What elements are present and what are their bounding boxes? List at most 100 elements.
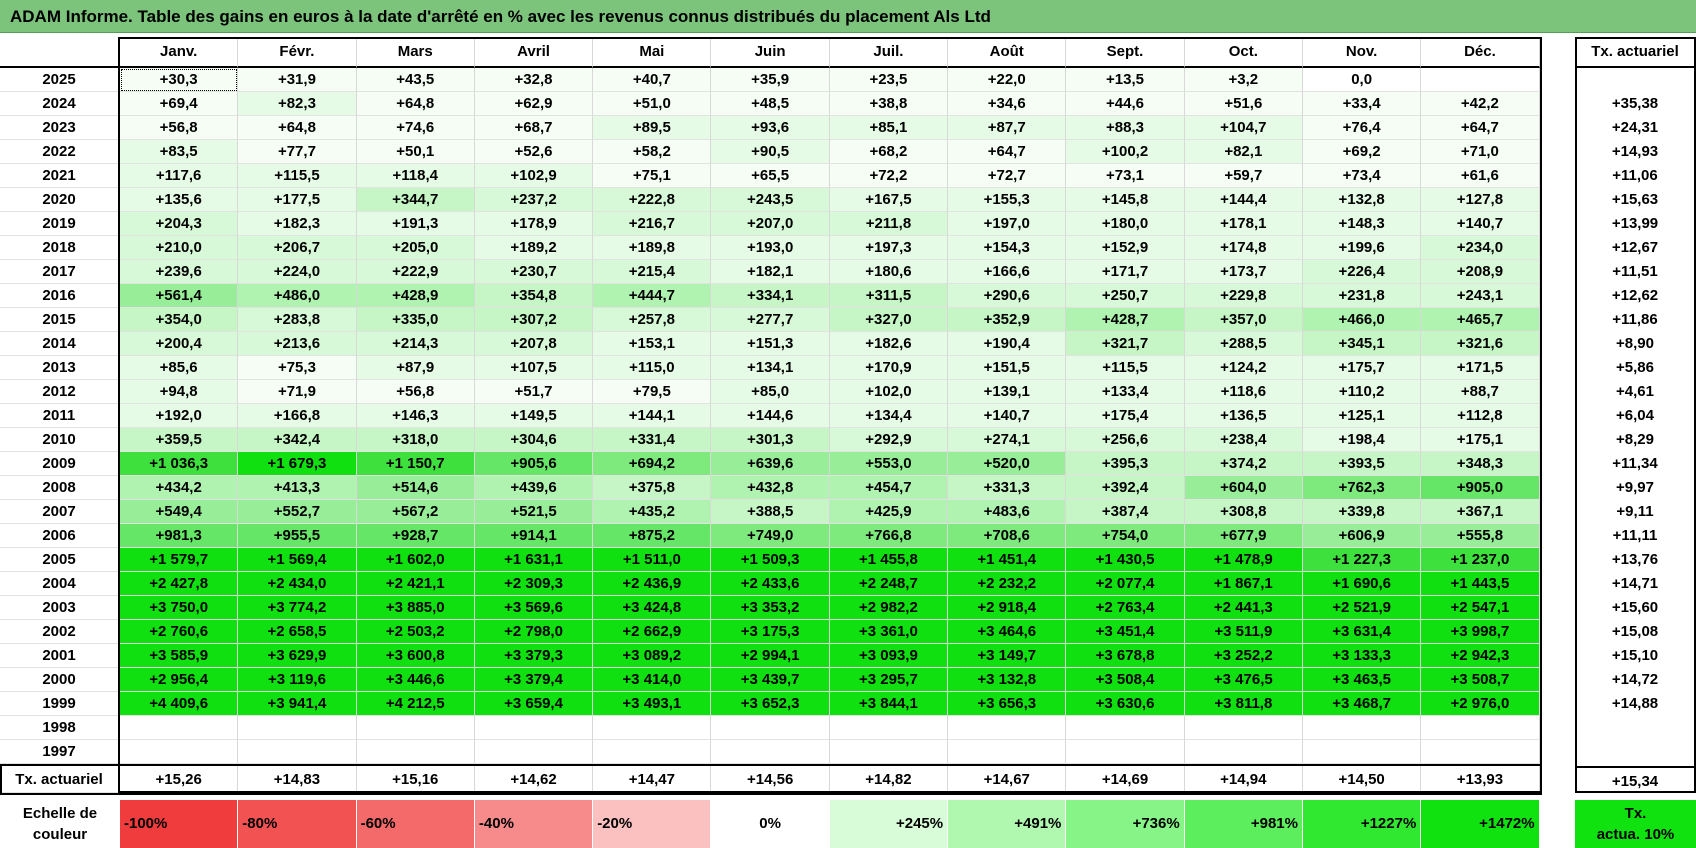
gain-cell[interactable]: +677,9 — [1184, 524, 1303, 548]
gain-cell[interactable] — [238, 716, 357, 740]
gain-cell[interactable]: +439,6 — [474, 476, 594, 500]
gain-cell[interactable]: +331,3 — [948, 476, 1067, 500]
gain-cell[interactable]: +375,8 — [593, 476, 712, 500]
gain-cell[interactable]: +3 885,0 — [356, 596, 475, 620]
gain-cell[interactable]: +292,9 — [829, 428, 949, 452]
gain-cell[interactable]: +432,8 — [711, 476, 830, 500]
gain-cell[interactable]: +140,7 — [1421, 212, 1540, 236]
gain-cell[interactable]: +3 811,8 — [1184, 692, 1303, 716]
gain-cell[interactable]: +74,6 — [356, 116, 475, 140]
gain-cell[interactable]: +182,6 — [829, 332, 949, 356]
gain-cell[interactable]: +606,9 — [1302, 524, 1422, 548]
gain-cell[interactable]: +117,6 — [120, 164, 239, 188]
gain-cell[interactable]: +2 547,1 — [1421, 596, 1540, 620]
gain-cell[interactable]: +154,3 — [948, 236, 1067, 260]
gain-cell[interactable]: +3 585,9 — [120, 644, 239, 668]
gain-cell[interactable]: +465,7 — [1421, 308, 1540, 332]
gain-cell[interactable]: +68,2 — [829, 140, 949, 164]
gain-cell[interactable]: +3 600,8 — [356, 644, 475, 668]
gain-cell[interactable]: +173,7 — [1184, 260, 1303, 284]
gain-cell[interactable] — [1421, 740, 1540, 764]
gain-cell[interactable]: +193,0 — [711, 236, 830, 260]
gain-cell[interactable]: +3 353,2 — [711, 596, 830, 620]
gain-cell[interactable]: +357,0 — [1184, 308, 1303, 332]
gain-cell[interactable]: +290,6 — [948, 284, 1067, 308]
gain-cell[interactable]: +76,4 — [1302, 116, 1422, 140]
gain-cell[interactable]: +1 150,7 — [356, 452, 475, 476]
gain-cell[interactable]: +175,4 — [1066, 404, 1185, 428]
gain-cell[interactable]: +231,8 — [1302, 284, 1422, 308]
gain-cell[interactable]: +3 774,2 — [238, 596, 357, 620]
gain-cell[interactable]: +61,6 — [1421, 164, 1540, 188]
gain-cell[interactable]: +1 511,0 — [593, 548, 712, 572]
gain-cell[interactable]: +549,4 — [120, 500, 239, 524]
gain-cell[interactable]: +321,6 — [1421, 332, 1540, 356]
gain-cell[interactable]: +222,9 — [356, 260, 475, 284]
gain-cell[interactable]: +3 630,6 — [1066, 692, 1185, 716]
gain-cell[interactable]: +229,8 — [1184, 284, 1303, 308]
gain-cell[interactable]: +3 361,0 — [829, 620, 949, 644]
gain-cell[interactable] — [829, 740, 949, 764]
gain-cell[interactable]: +59,7 — [1184, 164, 1303, 188]
gain-cell[interactable]: +134,4 — [829, 404, 949, 428]
gain-cell[interactable]: +197,3 — [829, 236, 949, 260]
gain-cell[interactable]: +2 503,2 — [356, 620, 475, 644]
gain-cell[interactable]: +205,0 — [356, 236, 475, 260]
gain-cell[interactable]: +182,1 — [711, 260, 830, 284]
gain-cell[interactable]: +428,7 — [1066, 308, 1185, 332]
gain-cell[interactable]: +124,2 — [1184, 356, 1303, 380]
gain-cell[interactable]: +192,0 — [120, 404, 239, 428]
gain-cell[interactable]: +352,9 — [948, 308, 1067, 332]
gain-cell[interactable]: +2 662,9 — [593, 620, 712, 644]
gain-cell[interactable]: +125,1 — [1302, 404, 1422, 428]
gain-cell[interactable]: +483,6 — [948, 500, 1067, 524]
gain-cell[interactable]: +1 430,5 — [1066, 548, 1185, 572]
gain-cell[interactable] — [238, 740, 357, 764]
gain-cell[interactable]: +69,4 — [120, 92, 239, 116]
gain-cell[interactable]: +425,9 — [829, 500, 949, 524]
gain-cell[interactable]: +200,4 — [120, 332, 239, 356]
gain-cell[interactable]: +914,1 — [474, 524, 594, 548]
gain-cell[interactable]: +3 998,7 — [1421, 620, 1540, 644]
gain-cell[interactable]: +94,8 — [120, 380, 239, 404]
gain-cell[interactable]: +2 956,4 — [120, 668, 239, 692]
gain-cell[interactable] — [711, 740, 830, 764]
gain-cell[interactable]: +3 941,4 — [238, 692, 357, 716]
gain-cell[interactable]: +132,8 — [1302, 188, 1422, 212]
gain-cell[interactable]: +359,5 — [120, 428, 239, 452]
gain-cell[interactable] — [948, 716, 1067, 740]
gain-cell[interactable]: +151,3 — [711, 332, 830, 356]
gain-cell[interactable]: +133,4 — [1066, 380, 1185, 404]
gain-cell[interactable]: +102,0 — [829, 380, 949, 404]
gain-cell[interactable]: +140,7 — [948, 404, 1067, 428]
gain-cell[interactable]: +3 844,1 — [829, 692, 949, 716]
gain-cell[interactable]: +215,4 — [593, 260, 712, 284]
gain-cell[interactable]: +171,5 — [1421, 356, 1540, 380]
gain-cell[interactable]: +1 631,1 — [474, 548, 594, 572]
gain-cell[interactable] — [120, 716, 239, 740]
gain-cell[interactable]: +13,5 — [1066, 68, 1185, 92]
gain-cell[interactable]: +307,2 — [474, 308, 594, 332]
gain-cell[interactable]: +2 077,4 — [1066, 572, 1185, 596]
gain-cell[interactable]: +1 569,4 — [238, 548, 357, 572]
gain-cell[interactable]: +40,7 — [593, 68, 712, 92]
gain-cell[interactable]: +51,7 — [474, 380, 594, 404]
gain-cell[interactable]: +905,6 — [474, 452, 594, 476]
gain-cell[interactable]: +22,0 — [948, 68, 1067, 92]
gain-cell[interactable]: +175,1 — [1421, 428, 1540, 452]
gain-cell[interactable]: +178,1 — [1184, 212, 1303, 236]
gain-cell[interactable]: +327,0 — [829, 308, 949, 332]
gain-cell[interactable]: +182,3 — [238, 212, 357, 236]
gain-cell[interactable]: +3 463,5 — [1302, 668, 1422, 692]
gain-cell[interactable]: +139,1 — [948, 380, 1067, 404]
gain-cell[interactable]: +3 252,2 — [1184, 644, 1303, 668]
gain-cell[interactable]: +766,8 — [829, 524, 949, 548]
gain-cell[interactable]: +288,5 — [1184, 332, 1303, 356]
gain-cell[interactable]: +3 133,3 — [1302, 644, 1422, 668]
gain-cell[interactable]: +149,5 — [474, 404, 594, 428]
gain-cell[interactable]: +553,0 — [829, 452, 949, 476]
gain-cell[interactable]: +304,6 — [474, 428, 594, 452]
gain-cell[interactable]: +64,8 — [356, 92, 475, 116]
gain-cell[interactable]: +604,0 — [1184, 476, 1303, 500]
gain-cell[interactable]: +243,1 — [1421, 284, 1540, 308]
